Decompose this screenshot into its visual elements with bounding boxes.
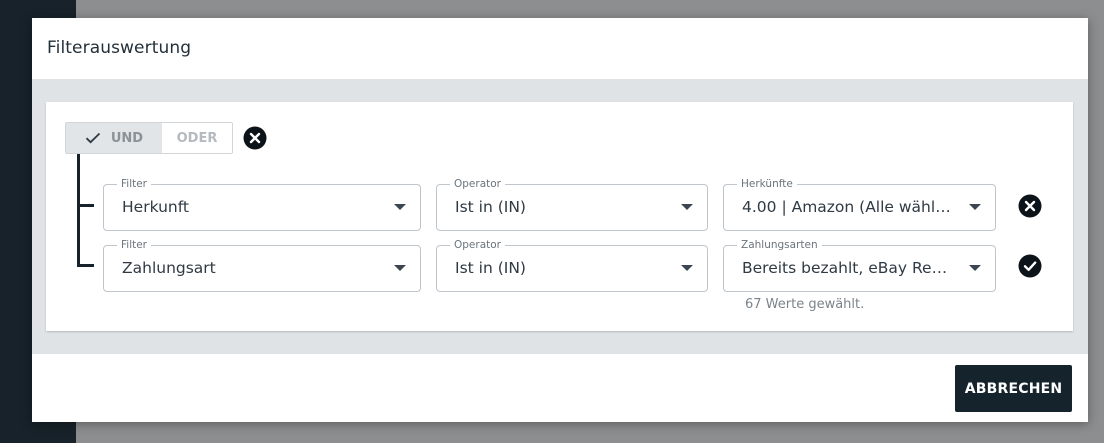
tree-connector-row-1 (77, 204, 94, 207)
filter-select-row-1[interactable]: Filter Herkunft (103, 178, 421, 231)
value-value: 4.00 | Amazon (Alle wählen) (742, 198, 951, 216)
dialog-header: Filterauswertung (32, 18, 1088, 79)
filter-value: Herkunft (122, 198, 189, 216)
toggle-oder-button[interactable]: ODER (162, 123, 232, 153)
value-label: Herkünfte (737, 178, 797, 190)
tree-connector-row-2 (77, 264, 94, 267)
confirm-row-icon[interactable] (1018, 254, 1042, 278)
filter-value: Zahlungsart (122, 259, 216, 277)
dialog-body: UND ODER Filter Herkunft Operator Ist in (32, 79, 1088, 354)
value-label: Zahlungsarten (737, 239, 822, 251)
chevron-down-icon (681, 265, 693, 271)
chevron-down-icon (394, 204, 406, 210)
toggle-und-label: UND (110, 130, 144, 146)
remove-group-icon[interactable] (243, 126, 267, 150)
value-select-row-2[interactable]: Zahlungsarten Bereits bezahlt, eBay Rech… (723, 239, 996, 292)
toggle-und-button[interactable]: UND (66, 123, 162, 153)
check-icon (85, 132, 101, 144)
operator-select-row-1[interactable]: Operator Ist in (IN) (436, 178, 708, 231)
chevron-down-icon (394, 265, 406, 271)
operator-select-row-2[interactable]: Operator Ist in (IN) (436, 239, 708, 292)
filter-label: Filter (117, 239, 152, 251)
remove-row-icon[interactable] (1018, 194, 1042, 218)
chevron-down-icon (681, 204, 693, 210)
filter-label: Filter (117, 178, 152, 190)
toggle-oder-label: ODER (176, 130, 218, 146)
filter-select-row-2[interactable]: Filter Zahlungsart (103, 239, 421, 292)
dialog-title: Filterauswertung (47, 38, 192, 58)
operator-value: Ist in (IN) (455, 259, 526, 277)
value-select-row-1[interactable]: Herkünfte 4.00 | Amazon (Alle wählen) (723, 178, 996, 231)
chevron-down-icon (969, 204, 981, 210)
value-value: Bereits bezahlt, eBay Rechnung, PayPal (742, 259, 951, 277)
tree-connector-vertical (77, 154, 80, 266)
operator-label: Operator (450, 239, 505, 251)
selected-values-hint: 67 Werte gewählt. (745, 297, 865, 312)
filter-dialog: Filterauswertung UND ODER Filter Herkunf… (32, 18, 1088, 422)
cancel-button[interactable]: ABBRECHEN (955, 365, 1072, 412)
dialog-footer: ABBRECHEN (32, 354, 1088, 422)
logic-operator-toggle: UND ODER (65, 122, 233, 154)
operator-value: Ist in (IN) (455, 198, 526, 216)
chevron-down-icon (969, 265, 981, 271)
operator-label: Operator (450, 178, 505, 190)
filter-group-card: UND ODER Filter Herkunft Operator Ist in (46, 102, 1073, 331)
